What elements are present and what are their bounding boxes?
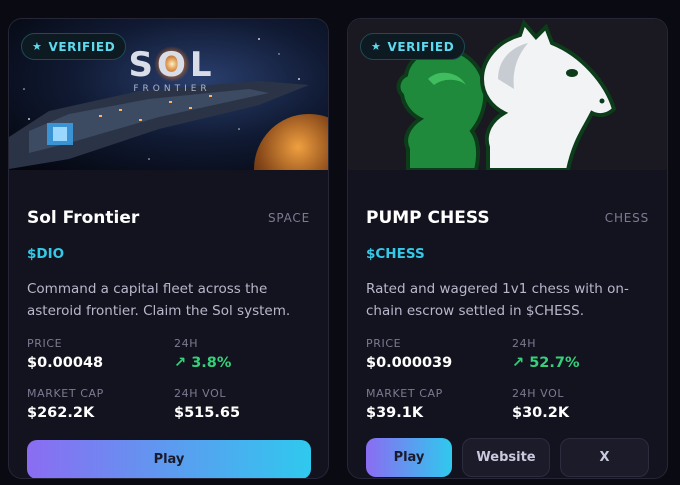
volume-label: 24H VOL	[512, 387, 565, 400]
verified-label: VERIFIED	[387, 39, 455, 54]
banner-logo-text: SOL	[128, 45, 215, 85]
game-card-pump-chess[interactable]: ★ VERIFIED PUMP CHESS CHESS $CHESS Rated…	[347, 18, 668, 479]
banner-logo-subtext: FRONTIER	[133, 84, 210, 94]
game-title: PUMP CHESS	[366, 208, 490, 228]
star-icon: ★	[371, 40, 382, 53]
verified-badge: ★ VERIFIED	[360, 33, 466, 60]
change-value: ↗ 3.8%	[174, 355, 232, 371]
market-cap-value: $39.1K	[366, 405, 424, 421]
volume-label: 24H VOL	[174, 387, 227, 400]
game-description: Rated and wagered 1v1 chess with on-chai…	[366, 281, 629, 319]
volume-value: $30.2K	[512, 405, 570, 421]
game-card-grid: SOL FRONTIER ★ VERIFIED Sol Frontier SPA…	[0, 0, 680, 485]
market-cap-label: MARKET CAP	[27, 387, 104, 400]
price-label: PRICE	[366, 337, 402, 350]
game-description: Command a capital fleet across the aster…	[27, 281, 291, 319]
token-ticker: $DIO	[27, 246, 65, 262]
change-label: 24H	[174, 337, 199, 350]
market-cap-label: MARKET CAP	[366, 387, 443, 400]
game-category: CHESS	[604, 211, 649, 225]
change-label: 24H	[512, 337, 537, 350]
price-label: PRICE	[27, 337, 63, 350]
price-value: $0.00048	[27, 355, 104, 371]
game-category: SPACE	[267, 211, 310, 225]
verified-label: VERIFIED	[48, 39, 116, 54]
price-value: $0.000039	[366, 355, 453, 371]
game-title: Sol Frontier	[27, 208, 140, 228]
star-icon: ★	[32, 40, 43, 53]
website-button[interactable]: Website	[462, 438, 550, 477]
play-button[interactable]: Play	[27, 440, 311, 478]
token-ticker: $CHESS	[366, 246, 425, 262]
market-cap-value: $262.2K	[27, 405, 95, 421]
x-button[interactable]: X	[560, 438, 649, 477]
game-card-sol-frontier[interactable]: SOL FRONTIER ★ VERIFIED Sol Frontier SPA…	[8, 18, 329, 479]
card-body: Sol Frontier SPACE $DIO Command a capita…	[9, 170, 328, 478]
volume-value: $515.65	[174, 405, 241, 421]
verified-badge: ★ VERIFIED	[21, 33, 127, 60]
change-value: ↗ 52.7%	[512, 355, 580, 371]
card-body: PUMP CHESS CHESS $CHESS Rated and wagere…	[348, 170, 667, 478]
play-button[interactable]: Play	[366, 438, 452, 477]
